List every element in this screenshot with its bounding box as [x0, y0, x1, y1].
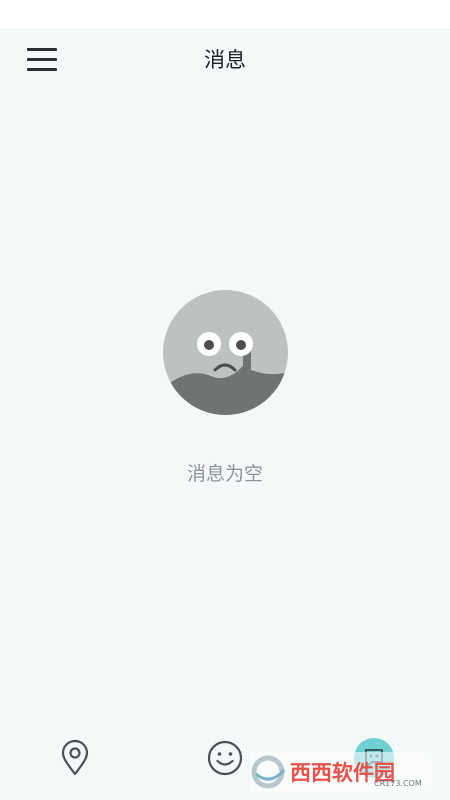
page-title: 消息 — [204, 48, 246, 72]
watermark-logo: 西西软件园 CR173.COM — [250, 752, 432, 792]
status-bar — [0, 0, 450, 28]
empty-state: 消息为空 — [0, 290, 450, 500]
empty-message: 消息为空 — [186, 463, 263, 485]
nav-face-button[interactable] — [203, 736, 247, 780]
location-pin-icon — [61, 739, 89, 776]
nav-location-button[interactable] — [53, 736, 97, 780]
watermark-domain: CR173.COM — [374, 779, 422, 788]
sad-face-icon — [163, 290, 288, 415]
smiley-face-icon — [207, 740, 243, 776]
header: 消息 — [0, 28, 450, 92]
